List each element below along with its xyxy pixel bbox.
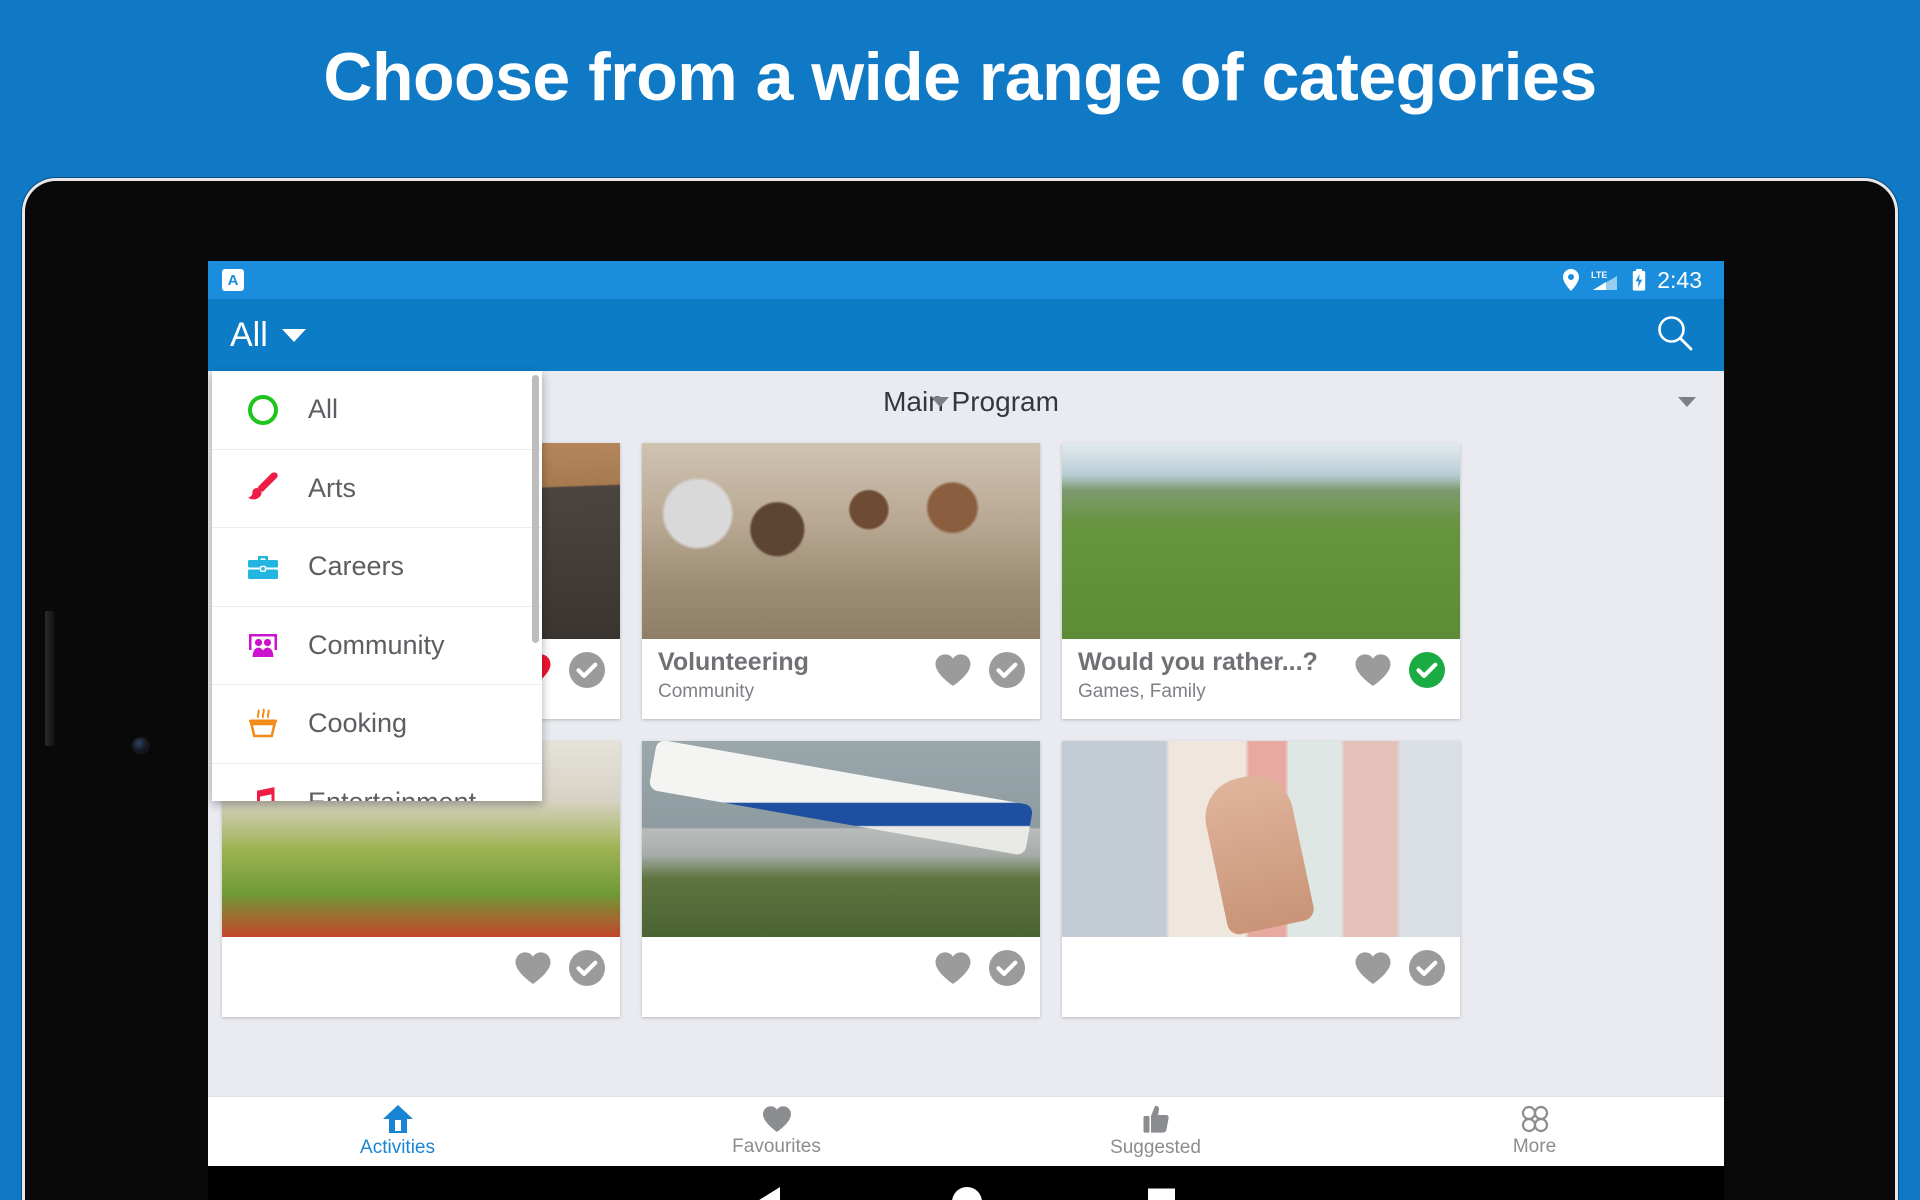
- woman-and-boy-in-park-photo: [1062, 443, 1460, 639]
- app-notification-icon: A: [222, 269, 244, 291]
- search-button[interactable]: [1654, 312, 1696, 359]
- device-screen: A LTE 2:43 All Main Program Volunteering…: [208, 261, 1724, 1166]
- dropdown-item-label: Arts: [308, 472, 357, 503]
- nav-item-label: More: [1512, 1136, 1557, 1157]
- dropdown-item-entertainment[interactable]: Entertainment: [212, 763, 542, 801]
- favourite-heart-icon[interactable]: [514, 951, 552, 985]
- category-spinner-label: All: [230, 315, 268, 354]
- program-filter-label: Main Program: [883, 386, 1059, 417]
- nav-item-label: Favourites: [732, 1136, 821, 1157]
- cooking-pot-icon: [240, 707, 286, 741]
- home-icon: [382, 1104, 414, 1134]
- completed-check-icon[interactable]: [568, 651, 606, 689]
- grid-more-icon: [1520, 1105, 1550, 1133]
- briefcase-icon: [240, 550, 286, 584]
- completed-check-icon[interactable]: [988, 651, 1026, 689]
- category-spinner[interactable]: All: [230, 316, 306, 355]
- triangle-back-icon[interactable]: [756, 1187, 780, 1200]
- svg-text:LTE: LTE: [1591, 270, 1607, 280]
- activity-card-subtitle: Community: [658, 680, 755, 702]
- activity-card-subtitle: Games, Family: [1078, 680, 1206, 702]
- activity-card[interactable]: Would you rather...? Games, Family: [1062, 443, 1460, 719]
- community-people-icon: [240, 628, 286, 662]
- dropdown-item-careers[interactable]: Careers: [212, 528, 542, 607]
- nav-item-label: Suggested: [1110, 1137, 1201, 1158]
- dropdown-item-label: Entertainment: [308, 787, 476, 801]
- favourite-heart-icon[interactable]: [934, 653, 972, 687]
- dropdown-item-label: Community: [308, 629, 445, 660]
- dropdown-item-label: Cooking: [308, 708, 408, 739]
- music-note-icon: [240, 785, 286, 801]
- dropdown-item-community[interactable]: Community: [212, 606, 542, 685]
- promo-headline: Choose from a wide range of categories: [323, 39, 1597, 115]
- volunteers-food-drive-photo: [642, 443, 1040, 639]
- bottom-navigation-bar: Activities Favourites Suggested More: [208, 1096, 1724, 1166]
- dropdown-item-all[interactable]: All: [212, 371, 542, 450]
- android-navigation-bar: [208, 1166, 1724, 1200]
- favourite-heart-icon[interactable]: [1354, 951, 1392, 985]
- battery-charging-icon: [1632, 269, 1646, 291]
- signal-bars-icon: LTE: [1591, 269, 1621, 291]
- category-dropdown-menu[interactable]: All Arts Careers Community Cooking: [212, 371, 542, 801]
- search-icon: [1654, 315, 1696, 358]
- nav-item-label: Activities: [360, 1137, 435, 1158]
- tablet-front-camera: [133, 738, 148, 753]
- chevron-down-icon: [281, 328, 306, 342]
- completed-check-icon[interactable]: [988, 949, 1026, 987]
- nav-item-favourites[interactable]: Favourites: [587, 1097, 966, 1166]
- status-bar-clock: 2:43: [1657, 266, 1702, 293]
- dropdown-item-label: All: [308, 394, 339, 425]
- tablet-side-button: [45, 611, 55, 746]
- completed-check-icon[interactable]: [568, 949, 606, 987]
- paintbrush-icon: [240, 471, 286, 505]
- dropdown-item-arts[interactable]: Arts: [212, 449, 542, 528]
- heart-icon: [762, 1105, 792, 1133]
- favourite-heart-icon[interactable]: [1354, 653, 1392, 687]
- thumbs-up-icon: [1142, 1104, 1170, 1134]
- chevron-down-icon-right[interactable]: [1678, 397, 1696, 407]
- activity-card[interactable]: Volunteering Community: [642, 443, 1040, 719]
- chevron-down-icon-left[interactable]: [931, 397, 949, 407]
- activity-card-title: Would you rather...?: [1078, 648, 1318, 676]
- square-recents-icon[interactable]: [1148, 1188, 1175, 1200]
- dropdown-item-cooking[interactable]: Cooking: [212, 685, 542, 764]
- completed-check-icon[interactable]: [1408, 651, 1446, 689]
- status-bar: A LTE 2:43: [208, 261, 1724, 299]
- promo-screenshot: Choose from a wide range of categories A…: [0, 0, 1920, 1200]
- location-pin-icon: [1562, 269, 1580, 291]
- status-bar-indicators: LTE 2:43: [1562, 267, 1702, 294]
- nav-item-more[interactable]: More: [1345, 1097, 1724, 1166]
- library-bookshelf-photo: [1062, 741, 1460, 937]
- activity-card-title: Volunteering: [658, 648, 809, 676]
- favourite-heart-icon[interactable]: [934, 951, 972, 985]
- completed-check-icon[interactable]: [1408, 949, 1446, 987]
- nav-item-activities[interactable]: Activities: [208, 1097, 587, 1166]
- activity-card[interactable]: [642, 741, 1040, 1017]
- circle-outline-icon: [240, 393, 286, 427]
- dropdown-scrollbar-thumb[interactable]: [532, 375, 539, 643]
- nav-item-suggested[interactable]: Suggested: [966, 1097, 1345, 1166]
- circle-home-icon[interactable]: [952, 1187, 982, 1200]
- app-bar: All: [208, 299, 1724, 371]
- dropdown-item-label: Careers: [308, 551, 405, 582]
- light-rail-train-bridge-photo: [642, 741, 1040, 937]
- tablet-device-frame: A LTE 2:43 All Main Program Volunteering…: [22, 178, 1898, 1200]
- activity-card[interactable]: [1062, 741, 1460, 1017]
